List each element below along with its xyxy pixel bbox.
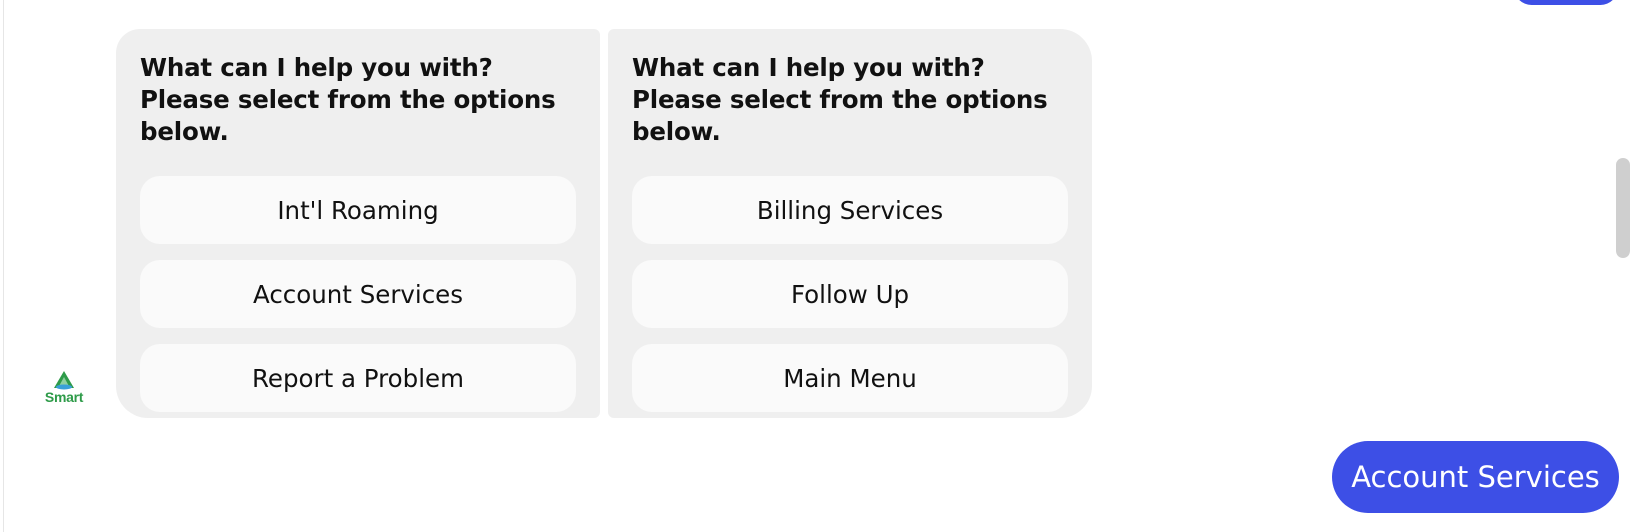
option-intl-roaming-button[interactable]: Int'l Roaming xyxy=(140,176,576,244)
option-report-problem-button[interactable]: Report a Problem xyxy=(140,344,576,412)
left-border xyxy=(3,0,4,532)
smart-avatar: Smart xyxy=(36,370,92,410)
scrollbar-thumb[interactable] xyxy=(1616,158,1630,258)
smart-logo-icon xyxy=(54,371,74,390)
option-main-menu-button[interactable]: Main Menu xyxy=(632,344,1068,412)
quick-reply-card-2: What can I help you with? Please select … xyxy=(608,29,1092,418)
quick-reply-card-1: What can I help you with? Please select … xyxy=(116,29,600,418)
card-prompt: What can I help you with? Please select … xyxy=(140,53,556,146)
card-prompt: What can I help you with? Please select … xyxy=(632,53,1048,146)
option-billing-services-button[interactable]: Billing Services xyxy=(632,176,1068,244)
previous-user-message-bubble xyxy=(1514,0,1618,5)
option-account-services-button[interactable]: Account Services xyxy=(140,260,576,328)
option-follow-up-button[interactable]: Follow Up xyxy=(632,260,1068,328)
user-message-bubble: Account Services xyxy=(1332,441,1619,513)
avatar-label: Smart xyxy=(44,389,84,405)
